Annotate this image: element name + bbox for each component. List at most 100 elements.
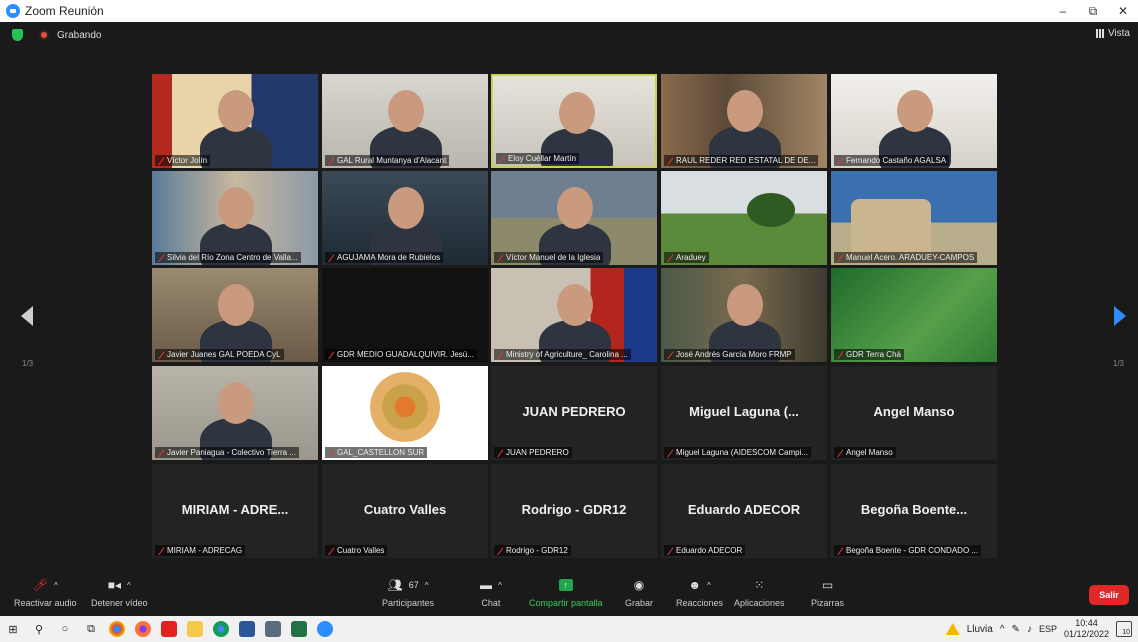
participant-video-tile[interactable]: GDR MEDIO GUADALQUIVIR. Jesú...: [322, 268, 488, 362]
participant-name-text: Eduardo ADECOR: [676, 546, 743, 555]
muted-mic-icon: [837, 449, 843, 457]
chat-button[interactable]: ▬ ^ Chat: [480, 576, 502, 608]
dovecote-tower: [851, 199, 931, 255]
word-icon[interactable]: [234, 616, 260, 642]
reactions-chevron-icon[interactable]: ^: [707, 581, 711, 590]
participant-name-text: Javier Paniagua - Colectivo Tierra ...: [167, 448, 296, 457]
weather-icon[interactable]: [945, 623, 960, 635]
participant-video-tile[interactable]: Angel Manso Angel Manso: [831, 366, 997, 460]
share-screen-button[interactable]: ↑ Compartir pantalla: [529, 576, 603, 608]
video-camera-icon: ■◂: [107, 578, 122, 592]
page-indicator-left: 1/3: [22, 359, 34, 368]
acrobat-icon[interactable]: [156, 616, 182, 642]
notifications-icon[interactable]: 10: [1116, 621, 1132, 637]
participant-video-tile[interactable]: Víctor Manuel de la Iglesia: [491, 171, 657, 265]
participant-video-tile[interactable]: Begoña Boente... Begoña Boente - GDR COND…: [831, 464, 997, 558]
participant-video-tile[interactable]: Cuatro Valles Cuatro Valles: [322, 464, 488, 558]
clock[interactable]: 10:44 01/12/2022: [1064, 618, 1109, 640]
unmute-audio-button[interactable]: 🎤︎ ^ Reactivar audio: [14, 576, 77, 608]
zoom-taskbar-icon[interactable]: [312, 616, 338, 642]
participant-name-text: Rodrigo - GDR12: [506, 546, 568, 555]
participant-video-tile[interactable]: Eloy Cuéllar Martín: [491, 74, 657, 168]
participant-video-tile[interactable]: Fernando Castaño AGALSA: [831, 74, 997, 168]
chat-chevron-icon[interactable]: ^: [498, 581, 502, 590]
participant-video-tile[interactable]: Manuel Acero. ARADUEY-CAMPOS: [831, 171, 997, 265]
participant-name-label: Eloy Cuéllar Martín: [496, 153, 580, 164]
window-controls: – ⧉ ✕: [1048, 0, 1138, 22]
security-shield-icon[interactable]: [12, 29, 23, 41]
participant-name-text: Manuel Acero. ARADUEY-CAMPOS: [846, 253, 975, 262]
participant-video-tile[interactable]: Silvia del Río Zona Centro de Valla...: [152, 171, 318, 265]
participant-name-label: Javier Juanes GAL POEDA CyL: [155, 349, 284, 360]
participant-video-tile[interactable]: MIRIAM - ADRE... MIRIAM - ADRECAG: [152, 464, 318, 558]
language-indicator[interactable]: ESP: [1039, 624, 1057, 634]
weather-label[interactable]: Lluvia: [967, 624, 993, 635]
video-options-chevron-icon[interactable]: ^: [127, 581, 131, 590]
muted-mic-icon: [837, 547, 843, 555]
next-page-arrow-icon[interactable]: [1114, 306, 1126, 326]
pen-icon[interactable]: ✎: [1012, 624, 1020, 635]
participant-video-tile[interactable]: Miguel Laguna (... Miguel Laguna (AIDESCO…: [661, 366, 827, 460]
record-button[interactable]: ◉ Grabar: [625, 576, 653, 608]
view-button[interactable]: Vista: [1095, 28, 1130, 39]
participant-video-tile[interactable]: GAL Rural Muntanya d'Alacant: [322, 74, 488, 168]
view-label: Vista: [1107, 28, 1130, 39]
apps-button[interactable]: ⁙ Aplicaciones: [734, 576, 785, 608]
participant-head: [218, 382, 254, 424]
participant-name-label: Manuel Acero. ARADUEY-CAMPOS: [834, 252, 978, 263]
excel-icon[interactable]: [286, 616, 312, 642]
page-indicator-right: 1/3: [1112, 359, 1124, 368]
cortana-icon[interactable]: ○: [52, 616, 78, 642]
muted-mic-icon: [667, 351, 673, 359]
task-view-icon[interactable]: ⧉: [78, 616, 104, 642]
tray-chevron-icon[interactable]: ^: [1000, 624, 1005, 635]
previous-page-arrow-icon[interactable]: [21, 306, 33, 326]
participants-button[interactable]: 👥︎ 67 ^ Participantes: [382, 576, 434, 608]
participant-video-tile[interactable]: JUAN PEDRERO JUAN PEDRERO: [491, 366, 657, 460]
participant-video-tile[interactable]: Javier Paniagua - Colectivo Tierra ...: [152, 366, 318, 460]
participant-name-label: Araduey: [664, 252, 709, 263]
participants-count: 67: [408, 580, 419, 590]
leave-meeting-button[interactable]: Salir: [1089, 585, 1129, 605]
participant-video-tile[interactable]: Ministry of Agriculture_ Carolina ...: [491, 268, 657, 362]
muted-mic-icon: [158, 449, 164, 457]
clock-time: 10:44: [1075, 618, 1098, 628]
restore-button[interactable]: ⧉: [1078, 0, 1108, 22]
calculator-icon[interactable]: [260, 616, 286, 642]
firefox-icon[interactable]: [130, 616, 156, 642]
participant-name-label: Rodrigo - GDR12: [494, 545, 571, 556]
file-explorer-icon[interactable]: [182, 616, 208, 642]
chat-label: Chat: [481, 598, 501, 608]
participant-video-tile[interactable]: Eduardo ADECOR Eduardo ADECOR: [661, 464, 827, 558]
participant-video-tile[interactable]: Javier Juanes GAL POEDA CyL: [152, 268, 318, 362]
participant-video-tile[interactable]: AGUJAMA Mora de Rubielos: [322, 171, 488, 265]
participant-display-name: Begoña Boente...: [860, 502, 968, 517]
minimize-button[interactable]: –: [1048, 0, 1078, 22]
reactions-label: Reacciones: [676, 598, 724, 608]
participant-video-tile[interactable]: GAL_CASTELLON SUR: [322, 366, 488, 460]
chrome-icon[interactable]: [104, 616, 130, 642]
participant-video-tile[interactable]: José Andrés García Moro FRMP: [661, 268, 827, 362]
windows-start-icon[interactable]: ⊞: [0, 616, 26, 642]
reactions-button[interactable]: ☻ ^ Reacciones: [676, 576, 723, 608]
close-button[interactable]: ✕: [1108, 0, 1138, 22]
participant-video-tile[interactable]: Araduey: [661, 171, 827, 265]
participant-display-name: Angel Manso: [873, 404, 955, 419]
whiteboards-button[interactable]: ▭ Pizarras: [811, 576, 844, 608]
participant-video-tile[interactable]: Víctor Jolín: [152, 74, 318, 168]
participant-video-tile[interactable]: RAUL REDER RED ESTATAL DE DE...: [661, 74, 827, 168]
participants-chevron-icon[interactable]: ^: [425, 581, 429, 590]
chrome-profile-icon[interactable]: [208, 616, 234, 642]
volume-icon[interactable]: ♪: [1027, 624, 1032, 635]
audio-options-chevron-icon[interactable]: ^: [54, 581, 58, 590]
participant-video-tile[interactable]: Rodrigo - GDR12 Rodrigo - GDR12: [491, 464, 657, 558]
title-bar: Zoom Reunión – ⧉ ✕: [0, 0, 1138, 22]
stop-video-button[interactable]: ■◂ ^ Detener vídeo: [91, 576, 148, 608]
participant-video-tile[interactable]: GDR Terra Chá: [831, 268, 997, 362]
participant-head: [218, 187, 254, 229]
search-icon[interactable]: ⚲: [26, 616, 52, 642]
participant-name-text: GAL Rural Muntanya d'Alacant: [337, 156, 447, 165]
muted-mic-icon: [837, 157, 843, 165]
participant-name-label: Eduardo ADECOR: [664, 545, 746, 556]
participant-name-label: MIRIAM - ADRECAG: [155, 545, 246, 556]
